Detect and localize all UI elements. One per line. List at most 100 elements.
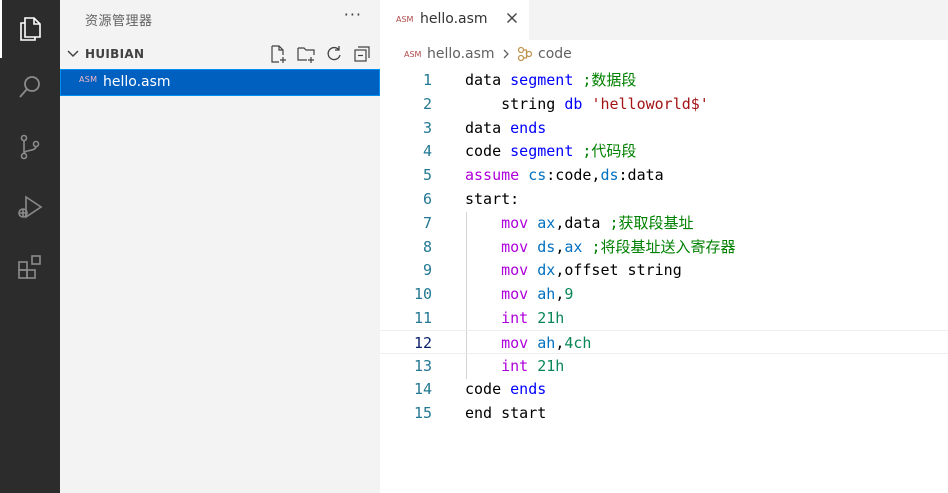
code-token: ;将段基址送入寄存器 <box>591 237 736 256</box>
code-token: ,offset string <box>555 261 682 280</box>
code-token: string <box>465 94 565 113</box>
explorer-sidebar: 资源管理器 ··· HUIBIAN ASM hello.asm <box>60 0 380 493</box>
line-number: 7 <box>422 213 432 232</box>
line-code: code segment ;代码段 <box>465 139 636 163</box>
code-token: data <box>465 71 511 89</box>
folder-name: HUIBIAN <box>85 47 145 61</box>
code-token: db <box>564 94 583 113</box>
code-token: 4ch <box>564 333 592 352</box>
code-line[interactable]: 14 code ends <box>380 377 948 401</box>
code-token: end start <box>465 404 547 423</box>
asm-file-icon: ASM <box>396 15 414 24</box>
sidebar-title: 资源管理器 <box>85 14 153 29</box>
code-token: ;数据段 <box>582 71 637 89</box>
code-line[interactable]: 2 string db 'helloworld$' <box>380 92 948 116</box>
code-editor[interactable]: 1 data segment ;数据段 2 string db 'helloworl… <box>380 68 948 493</box>
code-token: :code, <box>546 166 601 185</box>
line-code: assume cs:code,ds:data <box>465 163 664 187</box>
line-number: 8 <box>422 237 432 256</box>
code-line[interactable]: 5 assume cs:code,ds:data <box>380 163 948 187</box>
more-actions-button[interactable]: ··· <box>344 5 362 24</box>
line-code: int 21h <box>465 306 564 330</box>
activity-run-debug[interactable] <box>0 178 60 236</box>
editor-tab-bar: ASM hello.asm <box>380 0 948 40</box>
activity-source-control[interactable] <box>0 118 60 176</box>
code-token: ah <box>537 333 556 352</box>
code-line[interactable]: 3 data ends <box>380 116 948 140</box>
code-token: code <box>465 380 511 399</box>
code-line[interactable]: 13 int 21h <box>380 354 948 378</box>
activity-explorer[interactable] <box>0 0 60 58</box>
code-token: int <box>501 309 529 327</box>
code-line[interactable]: 7 mov ax,data ;获取段基址 <box>380 211 948 235</box>
code-token: ends <box>510 118 547 137</box>
line-code: string db 'helloworld$' <box>465 92 709 116</box>
code-line[interactable]: 15 end start <box>380 401 948 425</box>
line-code: int 21h <box>465 354 564 378</box>
extensions-icon <box>18 255 41 279</box>
code-line[interactable]: 11 int 21h <box>380 306 948 330</box>
code-token: ax <box>564 237 583 256</box>
code-token: segment <box>510 142 574 161</box>
line-number: 12 <box>413 333 432 352</box>
source-control-icon <box>20 134 40 160</box>
code-token: ;获取段基址 <box>609 213 694 232</box>
line-code: end start <box>465 401 546 425</box>
code-token: start: <box>465 190 520 208</box>
file-label: hello.asm <box>103 74 171 90</box>
line-number: 6 <box>422 190 432 208</box>
code-token: int <box>501 356 529 375</box>
folder-section-header[interactable]: HUIBIAN <box>60 43 380 67</box>
code-token: 'helloworld$' <box>591 94 709 113</box>
line-code: mov ah,9 <box>465 282 573 306</box>
breadcrumb-symbol[interactable]: code <box>538 46 572 62</box>
code-token: data <box>465 118 511 137</box>
tab-hello-asm[interactable]: ASM hello.asm <box>380 0 529 40</box>
code-line[interactable]: 10 mov ah,9 <box>380 282 948 306</box>
code-token: mov <box>501 237 529 256</box>
refresh-icon[interactable] <box>324 44 344 64</box>
close-icon[interactable] <box>504 10 520 26</box>
code-token: ends <box>510 380 547 399</box>
code-line[interactable]: 9 mov dx,offset string <box>380 258 948 282</box>
code-line[interactable]: 6 start: <box>380 187 948 211</box>
symbol-namespace-icon <box>517 46 533 62</box>
code-token: :data <box>618 166 664 185</box>
line-code: code ends <box>465 377 546 401</box>
tab-label: hello.asm <box>420 11 488 27</box>
line-code: mov ax,data ;获取段基址 <box>465 211 694 235</box>
code-token: mov <box>501 333 529 352</box>
code-token: mov <box>501 261 529 280</box>
new-file-icon[interactable] <box>268 44 288 64</box>
code-line[interactable]: 8 mov ds,ax ;将段基址送入寄存器 <box>380 235 948 259</box>
folder-actions <box>268 44 372 64</box>
chevron-right-icon <box>503 49 509 59</box>
code-token: ax <box>537 213 556 232</box>
code-token: ah <box>537 285 556 304</box>
line-number: 15 <box>413 404 432 423</box>
new-folder-icon[interactable] <box>296 44 316 64</box>
collapse-all-icon[interactable] <box>352 44 372 64</box>
breadcrumb-file[interactable]: hello.asm <box>427 46 495 62</box>
code-token: 9 <box>564 285 574 304</box>
line-code: data segment ;数据段 <box>465 68 636 92</box>
code-line[interactable]: 4 code segment ;代码段 <box>380 139 948 163</box>
code-line[interactable]: 1 data segment ;数据段 <box>380 68 948 92</box>
code-line[interactable]: 12 mov ah,4ch <box>380 329 948 354</box>
line-number: 13 <box>413 356 432 375</box>
file-item-hello-asm[interactable]: ASM hello.asm <box>60 69 380 96</box>
line-code: mov dx,offset string <box>465 258 682 282</box>
activity-extensions[interactable] <box>0 238 60 296</box>
line-number: 2 <box>422 94 432 113</box>
activity-search[interactable] <box>0 58 60 116</box>
code-token: cs <box>528 166 547 185</box>
run-debug-icon <box>18 195 43 219</box>
chevron-down-icon <box>67 50 79 58</box>
code-token: 21h <box>537 356 565 375</box>
